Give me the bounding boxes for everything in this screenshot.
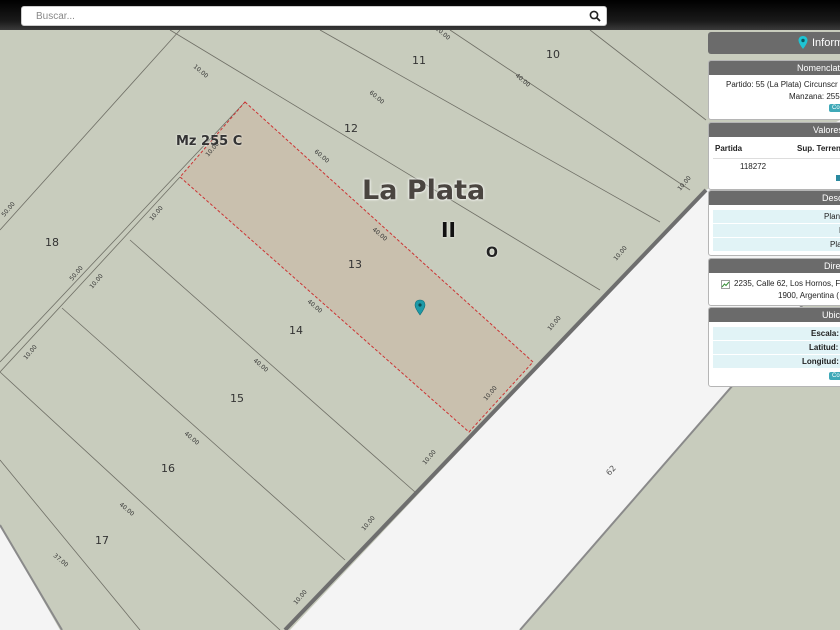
- parcel-number-label[interactable]: 14: [289, 324, 303, 337]
- city-label: La Plata: [362, 175, 486, 206]
- valores-partida-value: 118272: [740, 162, 767, 171]
- parcel-number-label[interactable]: 15: [230, 392, 244, 405]
- location-pin-icon: [798, 36, 808, 49]
- descarga-row-label: Plano: [824, 212, 840, 221]
- document-icon[interactable]: [835, 175, 840, 181]
- info-button-label: Inform: [812, 37, 840, 49]
- descarga-row-plano[interactable]: Plano: [713, 209, 840, 223]
- top-bar: [0, 0, 840, 30]
- latitud-label: Latitud:: [809, 343, 839, 352]
- parcel-number-label[interactable]: 17: [95, 534, 109, 547]
- nomenclatura-line-1: Partido: 55 (La Plata) Circunscr: [726, 80, 838, 89]
- parcel-number-label[interactable]: 12: [344, 122, 358, 135]
- valores-panel: Valores Partida Sup. Terren 118272: [708, 122, 840, 190]
- longitud-label: Longitud:: [802, 357, 839, 366]
- descargas-title: Desc: [709, 191, 840, 205]
- parcel-number-label[interactable]: 16: [161, 462, 175, 475]
- direccion-title: Direc: [709, 259, 840, 273]
- parcel-number-label[interactable]: 11: [412, 54, 426, 67]
- ubicacion-panel: Ubica Escala: Latitud: Longitud: Co: [708, 307, 840, 387]
- valores-title: Valores: [709, 123, 840, 137]
- longitud-row: Longitud:: [713, 354, 840, 368]
- direccion-line-1: 2235, Calle 62, Los Hornos, F: [734, 279, 840, 288]
- section-label: O: [486, 245, 498, 261]
- descarga-row-d[interactable]: D: [713, 223, 840, 237]
- nomenclatura-line-2: Manzana: 255: [789, 92, 840, 101]
- info-panel-button[interactable]: Inform: [708, 32, 840, 54]
- latitud-row: Latitud:: [713, 340, 840, 354]
- direccion-line-2: 1900, Argentina (: [778, 291, 839, 300]
- parcel-number-label[interactable]: 13: [348, 258, 362, 271]
- broken-image-icon: [721, 280, 730, 289]
- escala-row: Escala:: [713, 326, 840, 340]
- nomenclatura-panel: Nomenclatu Partido: 55 (La Plata) Circun…: [708, 60, 840, 120]
- descargas-panel: Desc Plano D Pla: [708, 190, 840, 256]
- parcel-number-label[interactable]: 10: [546, 48, 560, 61]
- direccion-panel: Direc 2235, Calle 62, Los Hornos, F 1900…: [708, 258, 840, 306]
- nomenclatura-copy-button[interactable]: Co: [829, 104, 840, 112]
- parcel-number-label[interactable]: 18: [45, 236, 59, 249]
- ubicacion-title: Ubica: [709, 308, 840, 322]
- escala-label: Escala:: [811, 329, 840, 338]
- search-input[interactable]: [22, 7, 596, 25]
- ubicacion-copy-button[interactable]: Co: [829, 372, 840, 380]
- circumscription-label: II: [441, 218, 456, 242]
- search-box[interactable]: [21, 6, 607, 26]
- descarga-row-label: Pla: [830, 240, 840, 249]
- valores-col-superficie: Sup. Terren: [797, 144, 840, 153]
- descarga-row-pla[interactable]: Pla: [713, 237, 840, 251]
- nomenclatura-title: Nomenclatu: [709, 61, 840, 75]
- valores-col-partida: Partida: [715, 144, 743, 153]
- search-icon[interactable]: [588, 9, 602, 23]
